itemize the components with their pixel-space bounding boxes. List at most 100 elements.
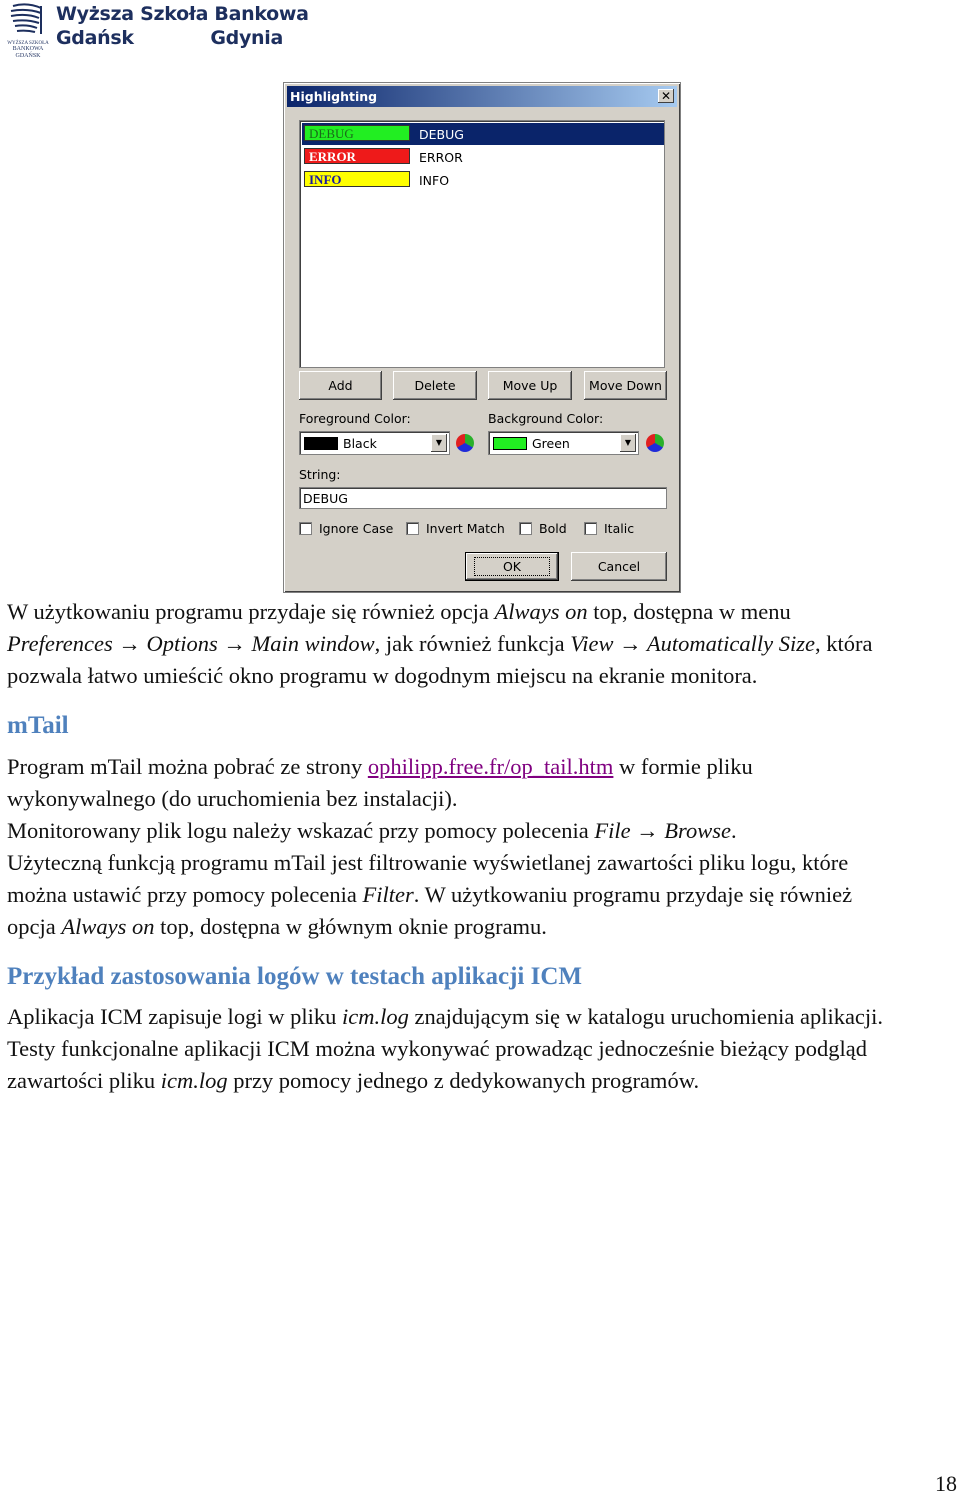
mtail-download-link[interactable]: ophilipp.free.fr/op_tail.htm [368,754,614,779]
rule-color-preview: INFO [304,171,410,187]
text-line: zawartości pliku icm.log przy pomocy jed… [7,1066,699,1096]
checkbox-label: Bold [539,521,567,536]
rule-label: DEBUG [419,127,464,142]
highlight-rules-list[interactable]: DEBUG DEBUG ERROR ERROR INFO INFO [299,120,665,368]
rule-label: INFO [419,173,450,188]
italic-term: Preferences → Options → Main window [7,631,375,656]
dialog-title: Highlighting [290,89,378,104]
svg-text:BANKOWA: BANKOWA [13,46,44,52]
background-color-value: Green [532,436,570,451]
city-gdynia: Gdynia [210,27,283,49]
section-heading-icm-example: Przykład zastosowania logów w testach ap… [7,963,582,990]
text-segment: znajdującym się w katalogu uruchomienia … [408,1004,884,1029]
checkbox-box[interactable] [519,522,532,535]
checkbox-box[interactable] [584,522,597,535]
text-segment: top, dostępna w menu [587,599,791,624]
invert-match-checkbox[interactable]: Invert Match [406,521,505,536]
color-picker-icon[interactable] [646,434,664,452]
color-picker-icon[interactable] [456,434,474,452]
highlighting-dialog: Highlighting ✕ DEBUG DEBUG ERROR ERROR INFO I… [283,82,681,593]
text-line: pozwala łatwo umieścić okno programu w d… [7,661,757,691]
school-logo-emblem: WYŻSZA SZKOŁA BANKOWA GDAŃSK [5,2,51,59]
move-down-button[interactable]: Move Down [584,371,667,400]
text-line: Monitorowany plik logu należy wskazać pr… [7,816,737,846]
cancel-button-label: Cancel [597,559,641,574]
rule-item-error[interactable]: ERROR ERROR [302,146,664,168]
text-line: Program mTail można pobrać ze strony oph… [7,752,753,782]
background-color-swatch [493,437,527,450]
school-name-line: Wyższa Szkoła Bankowa [56,3,309,25]
italic-term: File → Browse [594,818,731,843]
foreground-color-select[interactable]: Black ▼ [299,431,450,455]
foreground-color-value: Black [343,436,377,451]
text-segment: Aplikacja ICM zapisuje logi w pliku [7,1004,342,1029]
ok-button-label: OK [473,557,551,576]
italic-term: Always on [494,599,588,624]
move-down-button-label: Move Down [589,378,662,393]
rule-item-info[interactable]: INFO INFO [302,169,664,191]
text-segment: Użyteczną funkcją programu mTail jest fi… [7,850,849,875]
text-segment: opcja [7,914,62,939]
close-icon[interactable]: ✕ [658,89,674,103]
italic-term: Filter [362,882,414,907]
title-bar: Highlighting ✕ [287,86,677,107]
text-segment: . [730,818,737,843]
text-segment: w formie pliku [613,754,753,779]
ignore-case-checkbox[interactable]: Ignore Case [299,521,393,536]
text-segment: , jak również funkcja [374,631,571,656]
delete-button-label: Delete [414,378,456,393]
checkbox-label: Italic [604,521,635,536]
checkbox-box[interactable] [299,522,312,535]
text-line: W użytkowaniu programu przydaje się równ… [7,597,791,627]
text-line: można ustawić przy pomocy polecenia Filt… [7,880,852,910]
chevron-down-icon[interactable]: ▼ [620,434,636,452]
text-segment: , która [814,631,873,656]
italic-term: icm.log [341,1004,409,1029]
svg-text:GDAŃSK: GDAŃSK [15,51,41,58]
rule-color-preview: DEBUG [304,125,410,141]
rule-item-debug[interactable]: DEBUG DEBUG [302,123,664,145]
bold-checkbox[interactable]: Bold [519,521,567,536]
checkbox-label: Ignore Case [319,521,394,536]
rule-color-preview: ERROR [304,148,410,164]
chevron-down-icon[interactable]: ▼ [431,434,447,452]
city-gdansk: Gdańsk [56,27,134,49]
rule-label: ERROR [419,150,463,165]
page-number: 18 [935,1471,957,1496]
text-segment: pozwala łatwo umieścić okno programu w d… [7,663,758,688]
move-up-button[interactable]: Move Up [488,371,572,400]
checkbox-box[interactable] [406,522,419,535]
background-color-select[interactable]: Green ▼ [488,431,639,455]
text-segment: Program mTail można pobrać ze strony [7,754,368,779]
text-segment: wykonywalnego (do uruchomienia bez insta… [7,786,458,811]
string-input[interactable]: DEBUG [299,487,667,509]
text-line: opcja Always on top, dostępna w głównym … [7,912,547,942]
background-color-label: Background Color: [488,411,604,426]
text-segment: Monitorowany plik logu należy wskazać pr… [7,818,595,843]
checkbox-label: Invert Match [426,521,505,536]
text-segment: W użytkowaniu programu przydaje się równ… [7,599,495,624]
move-up-button-label: Move Up [502,378,558,393]
add-button[interactable]: Add [299,371,382,400]
section-heading-mtail: mTail [7,712,69,739]
text-segment: Testy funkcjonalne aplikacji ICM można w… [7,1036,867,1061]
school-name: Wyższa Szkoła Bankowa Gdańsk Gdynia [56,2,309,50]
text-segment: . W użytkowaniu programu przydaje się ró… [413,882,853,907]
italic-term: icm.log [160,1068,228,1093]
italic-checkbox[interactable]: Italic [584,521,634,536]
text-line: Testy funkcjonalne aplikacji ICM można w… [7,1034,867,1064]
ok-button[interactable]: OK [465,552,559,581]
text-line: Aplikacja ICM zapisuje logi w pliku icm.… [7,1002,883,1032]
italic-term: Always on [61,914,155,939]
add-button-label: Add [328,378,353,393]
text-segment: przy pomocy jednego z dedykowanych progr… [227,1068,700,1093]
delete-button[interactable]: Delete [393,371,477,400]
foreground-color-swatch [304,437,338,450]
italic-term: View → Automatically Size [570,631,815,656]
cancel-button[interactable]: Cancel [571,552,667,581]
string-label: String: [299,467,341,482]
text-line: Użyteczną funkcją programu mTail jest fi… [7,848,848,878]
text-segment: top, dostępna w głównym oknie programu. [154,914,547,939]
text-segment: można ustawić przy pomocy polecenia [7,882,363,907]
foreground-color-label: Foreground Color: [299,411,411,426]
